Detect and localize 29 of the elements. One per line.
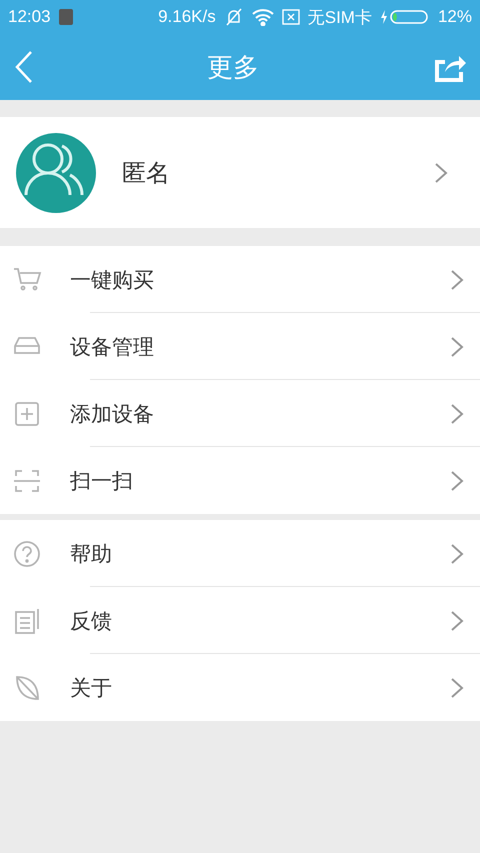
no-sim-icon <box>282 9 300 25</box>
chevron-icon <box>450 336 464 358</box>
page-title: 更多 <box>207 52 259 84</box>
menu-item[interactable]: 扫一扫 <box>0 447 480 514</box>
chevron-icon <box>450 676 464 698</box>
status-time: 12:03 <box>8 7 51 27</box>
chevron-icon <box>450 268 464 290</box>
profile-row[interactable]: 匿名 <box>0 117 480 228</box>
network-speed: 9.16K/s <box>158 7 216 27</box>
battery-icon <box>380 9 430 25</box>
chevron-icon <box>450 470 464 492</box>
sim-status: 无SIM卡 <box>308 6 372 28</box>
menu-item[interactable]: 反馈 <box>0 587 480 654</box>
help-icon <box>12 538 42 568</box>
user-name: 匿名 <box>122 158 171 188</box>
menu-item[interactable]: 添加设备 <box>0 380 480 447</box>
avatar-icon <box>16 132 96 212</box>
chevron-icon <box>434 162 448 184</box>
menu-item[interactable]: 设备管理 <box>0 313 480 380</box>
menu-item[interactable]: 关于 <box>0 654 480 721</box>
chevron-icon <box>450 542 464 564</box>
wifi-icon <box>252 8 274 26</box>
mute-icon <box>224 7 244 27</box>
menu-item[interactable]: 帮助 <box>0 520 480 587</box>
chevron-icon <box>450 402 464 424</box>
back-icon[interactable] <box>14 50 34 84</box>
battery-percent: 12% <box>438 7 472 27</box>
menu-item[interactable]: 一键购买 <box>0 246 480 313</box>
chevron-icon <box>450 610 464 632</box>
